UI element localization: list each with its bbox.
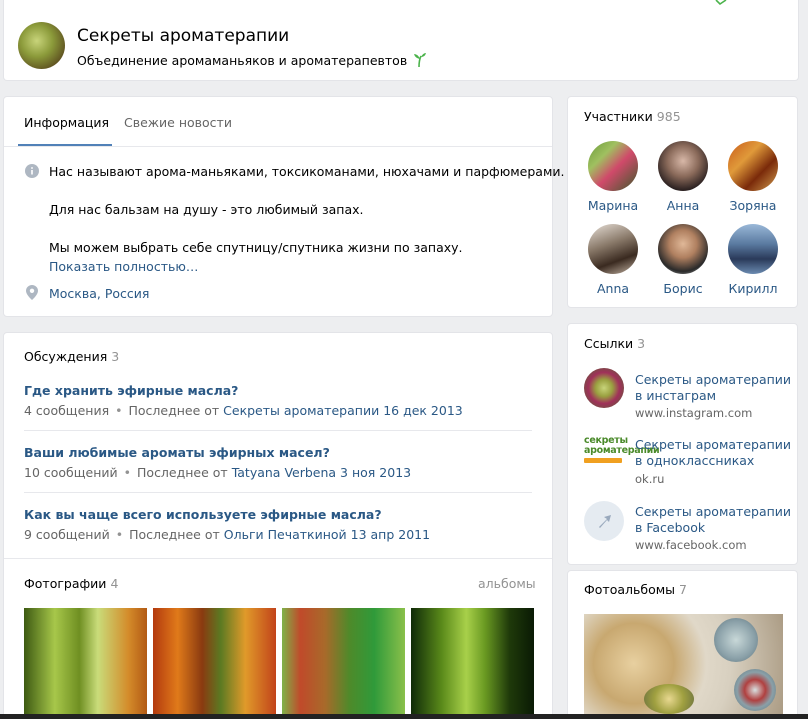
info-line-3: Мы можем выбрать себе спутницу/спутника … [49,240,463,255]
topic-author-link[interactable]: Ольги Печаткиной [224,527,347,542]
member-name[interactable]: Борис [648,281,718,296]
link-thumbnail[interactable] [584,501,624,541]
members-card: Участники 985 Марина Анна Зоряна Anna Бор… [567,96,798,308]
member-name[interactable]: Anna [578,281,648,296]
topic-date-link[interactable]: 3 ноя 2013 [340,465,411,480]
link-title-line: Секреты ароматерапии [635,372,792,387]
topic-last-prefix: Последнее от [128,403,220,418]
location-pin-icon [26,285,38,300]
links-count: 3 [637,336,646,351]
topic-last-prefix: Последнее от [129,527,220,542]
photos-title: Фотографии [24,576,107,591]
photo-thumbnail[interactable] [282,608,405,718]
topic-date-link[interactable]: 16 дек 2013 [383,403,463,418]
info-line-1: Нас называют арома-маньяками, токсикоман… [49,164,565,179]
link-title[interactable]: Секреты ароматерапии в одноклассниках [635,437,795,469]
group-status-text: Объединение аромаманьяков и ароматерапев… [77,53,408,68]
album-cover[interactable] [584,614,783,719]
discussions-header[interactable]: Обсуждения 3 [24,349,119,364]
albums-card: Фотоальбомы 7 [567,570,798,719]
links-header[interactable]: Ссылки 3 [584,336,645,351]
tab-info[interactable]: Информация [24,115,109,130]
albums-header[interactable]: Фотоальбомы 7 [584,582,687,597]
member-name[interactable]: Зоряна [718,198,788,213]
link-thumbnail[interactable] [584,368,624,408]
link-url: www.facebook.com [635,538,747,552]
topic-posts: 9 сообщений [24,527,110,542]
sprout-icon [414,53,427,68]
member-name[interactable]: Анна [648,198,718,213]
info-line-2: Для нас бальзам на душу - это любимый за… [49,202,364,217]
albums-count: 7 [679,582,687,597]
topic-title[interactable]: Где хранить эфирные масла? [24,383,238,398]
topic-posts: 4 сообщения [24,403,110,418]
photos-count: 4 [110,576,119,591]
members-count: 985 [656,109,681,124]
topic-author-link[interactable]: Секреты ароматерапии [223,403,379,418]
avatar[interactable] [658,224,708,274]
verified-check-icon [715,0,727,6]
albums-title: Фотоальбомы [584,582,676,597]
link-title-line: Секреты ароматерапии [635,437,792,452]
divider [4,558,552,559]
discussions-card: Обсуждения 3 Где хранить эфирные масла? 4… [3,332,553,719]
topic-title[interactable]: Ваши любимые ароматы эфирных масел? [24,445,330,460]
avatar[interactable] [728,224,778,274]
topic-last-prefix: Последнее от [137,465,228,480]
avatar[interactable] [588,224,638,274]
divider [24,430,532,431]
members-title: Участники [584,109,653,124]
avatar[interactable] [728,141,778,191]
show-more-link[interactable]: Показать полностью… [49,259,198,274]
discussions-title: Обсуждения [24,349,108,364]
topic-date-link[interactable]: 13 апр 2011 [351,527,430,542]
ok-logo-bar [584,458,622,463]
topic-posts: 10 сообщений [24,465,118,480]
members-header[interactable]: Участники 985 [584,109,681,124]
page-title: Секреты ароматерапии [77,26,290,46]
link-title-line: в Facebook [635,520,706,535]
group-avatar[interactable] [18,22,65,69]
discussions-count: 3 [111,349,120,364]
link-url: www.instagram.com [635,406,753,420]
topic-author-link[interactable]: Tatyana Verbena [232,465,336,480]
group-header: Секреты ароматерапии Объединение аромама… [3,0,799,81]
albums-link[interactable]: альбомы [478,576,536,591]
link-title[interactable]: Секреты ароматерапии в Facebook [635,504,795,536]
share-arrow-icon [599,515,611,528]
topic-title[interactable]: Как вы чаще всего используете эфирные ма… [24,507,382,522]
link-title-line: Секреты ароматерапии [635,504,792,519]
link-url: ok.ru [635,472,665,486]
links-title: Ссылки [584,336,634,351]
photo-thumbnail[interactable] [411,608,534,718]
member-name[interactable]: Кирилл [718,281,788,296]
album-cover-bowl [714,618,758,662]
topic-meta: 10 сообщений • Последнее от Tatyana Verben… [24,465,412,480]
album-cover-bowl [644,684,694,714]
bottom-bar [0,714,808,719]
topic-meta: 4 сообщения • Последнее от Секреты аромате… [24,403,463,418]
avatar[interactable] [658,141,708,191]
link-title[interactable]: Секреты ароматерапии в инстаграм [635,372,795,404]
group-status: Объединение аромаманьяков и ароматерапев… [77,52,427,68]
album-cover-bowl [734,669,776,711]
photo-thumbnail[interactable] [24,608,147,718]
info-card: Информация Свежие новости Нас называют а… [3,96,565,317]
links-card: Ссылки 3 Секреты ароматерапии в инстаграм … [567,323,798,565]
photos-header[interactable]: Фотографии 4 [24,576,118,591]
link-title-line: в одноклассниках [635,453,755,468]
link-title-line: в инстаграм [635,388,717,403]
location-link[interactable]: Москва, Россия [49,286,149,301]
topic-meta: 9 сообщений • Последнее от Ольги Печаткино… [24,527,431,542]
ok-logo-text: секреты ароматерапии [584,435,660,456]
tab-news[interactable]: Свежие новости [124,115,232,130]
photo-thumbnail[interactable] [153,608,276,718]
divider [4,146,552,147]
avatar[interactable] [588,141,638,191]
info-icon [25,164,39,178]
ok-logo[interactable]: секреты ароматерапии [584,435,660,470]
member-name[interactable]: Марина [578,198,648,213]
divider [24,492,532,493]
